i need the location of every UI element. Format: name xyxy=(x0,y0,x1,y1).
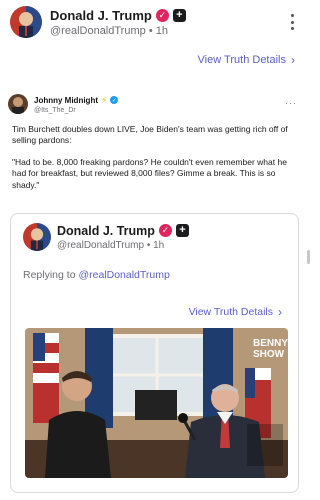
post-time: 1h xyxy=(155,24,168,37)
chevron-right-icon: › xyxy=(291,53,295,67)
verified-check-icon: ✓ xyxy=(158,224,172,237)
more-horizontal-icon: ··· xyxy=(285,98,297,108)
verified-check-icon: ✓ xyxy=(110,96,119,104)
avatar[interactable] xyxy=(10,6,42,38)
avatar[interactable] xyxy=(23,223,51,251)
tweet-author-name: Johnny Midnight xyxy=(34,95,98,105)
tweet-author-avatar xyxy=(8,94,28,114)
quote-author-handle[interactable]: @realDonaldTrump xyxy=(57,240,144,251)
quoted-truth-card[interactable]: Donald J. Trump ✓ + @realDonaldTrump • 1… xyxy=(10,213,299,493)
video-watermark-line-1: BENNY xyxy=(253,338,288,349)
kebab-menu-icon[interactable] xyxy=(289,14,295,30)
view-truth-details-label: View Truth Details xyxy=(188,306,273,318)
post-header: Donald J. Trump ✓ + @realDonaldTrump • 1… xyxy=(0,0,311,44)
quote-author-name[interactable]: Donald J. Trump xyxy=(57,224,155,238)
quote-time: 1h xyxy=(153,239,165,251)
scrollbar[interactable] xyxy=(307,250,310,264)
replying-to: Replying to @realDonaldTrump xyxy=(23,269,170,281)
separator: • xyxy=(148,24,153,37)
view-truth-details-link[interactable]: View Truth Details › xyxy=(198,53,295,67)
verified-check-icon: ✓ xyxy=(155,8,169,22)
replying-prefix: Replying to xyxy=(23,269,76,281)
tweet-paragraph: "Had to be. 8,000 freaking pardons? He c… xyxy=(12,156,287,190)
separator: • xyxy=(146,239,151,251)
replying-handle-link[interactable]: @realDonaldTrump xyxy=(78,269,169,281)
truth-plus-badge-icon: + xyxy=(172,8,186,22)
tweet-text: Tim Burchett doubles down LIVE, Joe Bide… xyxy=(8,124,303,191)
tweet-paragraph: Tim Burchett doubles down LIVE, Joe Bide… xyxy=(12,124,288,146)
lightning-bolt-icon: ⚡ xyxy=(101,94,108,105)
chevron-right-icon: › xyxy=(278,305,282,319)
author-name[interactable]: Donald J. Trump xyxy=(50,8,152,23)
truth-plus-badge-icon: + xyxy=(175,224,189,237)
view-truth-details-link[interactable]: View Truth Details › xyxy=(189,305,282,319)
quote-header: Donald J. Trump ✓ + @realDonaldTrump • 1… xyxy=(23,223,189,251)
author-handle[interactable]: @realDonaldTrump xyxy=(50,25,146,37)
video-thumbnail[interactable]: BENNY SHOW xyxy=(25,328,288,478)
view-truth-details-label: View Truth Details xyxy=(197,54,286,66)
embedded-tweet-image: Johnny Midnight ⚡ ✓ @Its_The_Dr ··· Tim … xyxy=(8,94,303,208)
video-watermark-line-2: SHOW xyxy=(253,349,285,360)
tweet-author-handle: @Its_The_Dr xyxy=(34,106,76,114)
